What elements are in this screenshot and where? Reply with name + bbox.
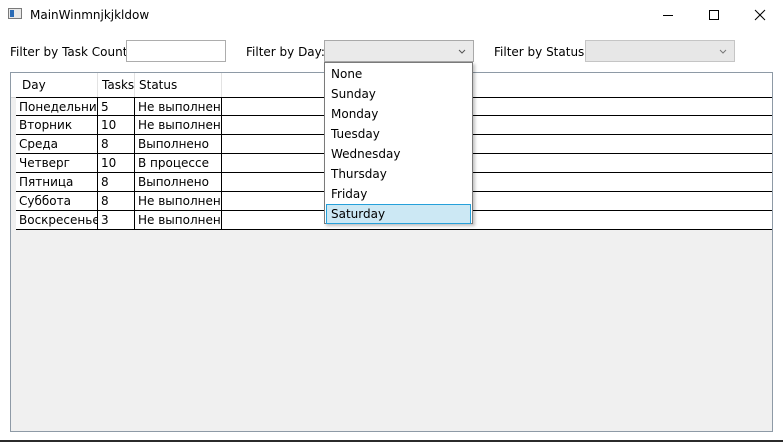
maximize-button[interactable]	[691, 0, 737, 30]
maximize-icon	[709, 10, 719, 20]
status-filter-combobox[interactable]	[585, 40, 735, 62]
dropdown-option-none[interactable]: None	[326, 64, 471, 84]
day-dropdown-list: None Sunday Monday Tuesday Wednesday Thu…	[324, 62, 473, 224]
dropdown-option-wednesday[interactable]: Wednesday	[326, 144, 471, 164]
cell-status: Не выполнено	[135, 192, 222, 210]
cell-day: Вторник	[16, 116, 98, 134]
dropdown-option-saturday[interactable]: Saturday	[326, 204, 471, 224]
cell-tasks: 3	[98, 211, 135, 229]
dropdown-option-sunday[interactable]: Sunday	[326, 84, 471, 104]
cell-day: Понедельник	[16, 98, 98, 116]
dropdown-option-tuesday[interactable]: Tuesday	[326, 124, 471, 144]
cell-status: Не выполнено	[135, 98, 222, 116]
column-header-status[interactable]: Status	[135, 73, 222, 97]
day-filter-label: Filter by Day:	[246, 45, 325, 59]
window-title: MainWinmnjkjkldow	[30, 8, 150, 22]
cell-status: В процессе	[135, 154, 222, 172]
cell-tasks: 8	[98, 192, 135, 210]
close-icon	[754, 9, 766, 21]
cell-day: Суббота	[16, 192, 98, 210]
chevron-down-icon	[458, 49, 466, 54]
task-count-input[interactable]	[126, 40, 226, 62]
cell-day: Пятница	[16, 173, 98, 191]
minimize-button[interactable]	[645, 0, 691, 30]
cell-tasks: 8	[98, 173, 135, 191]
dropdown-option-thursday[interactable]: Thursday	[326, 164, 471, 184]
cell-day: Среда	[16, 135, 98, 153]
cell-status: Выполнено	[135, 173, 222, 191]
status-filter-label: Filter by Status:	[494, 45, 589, 59]
dropdown-option-friday[interactable]: Friday	[326, 184, 471, 204]
column-header-day[interactable]: Day	[16, 73, 98, 97]
cell-status: Не выполнено	[135, 211, 222, 229]
task-count-label: Filter by Task Count:	[10, 45, 132, 59]
cell-day: Четверг	[16, 154, 98, 172]
cell-tasks: 8	[98, 135, 135, 153]
dropdown-option-monday[interactable]: Monday	[326, 104, 471, 124]
cell-tasks: 10	[98, 116, 135, 134]
cell-tasks: 10	[98, 154, 135, 172]
close-button[interactable]	[737, 0, 783, 30]
cell-tasks: 5	[98, 98, 135, 116]
cell-day: Воскресенье	[16, 211, 98, 229]
window-app-icon	[8, 8, 22, 19]
chevron-down-icon	[719, 49, 727, 54]
cell-status: Не выполнено	[135, 116, 222, 134]
day-filter-combobox[interactable]	[324, 40, 474, 62]
minimize-icon	[663, 15, 673, 16]
title-bar: MainWinmnjkjkldow	[0, 0, 783, 30]
cell-status: Выполнено	[135, 135, 222, 153]
column-header-tasks[interactable]: Tasks	[98, 73, 135, 97]
